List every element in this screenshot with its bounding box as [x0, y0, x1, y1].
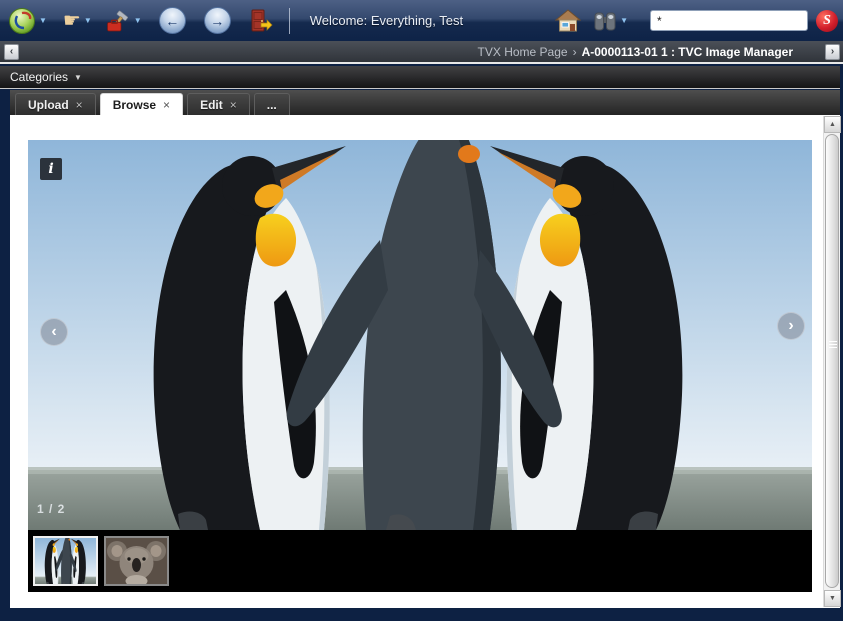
tab-label: Edit [200, 98, 223, 112]
categories-label: Categories [10, 70, 68, 84]
tools-icon[interactable] [105, 8, 131, 34]
search-binoculars-icon[interactable] [593, 9, 617, 33]
content-area: i ‹ › 1 / 2 [10, 115, 840, 608]
chevron-down-icon: ▼ [74, 73, 82, 82]
main-image [28, 140, 812, 530]
breadcrumb-current: A-0000113-01 1 : TVC Image Manager [582, 45, 793, 59]
search-input[interactable] [650, 10, 808, 31]
tab-close-icon[interactable]: × [76, 98, 83, 112]
chevron-down-icon[interactable]: ▼ [134, 16, 142, 25]
scroll-up-button[interactable]: ▲ [824, 116, 841, 133]
tab-more[interactable]: ... [254, 93, 290, 115]
chevron-down-icon[interactable]: ▼ [39, 16, 47, 25]
categories-menu[interactable]: Categories ▼ [0, 70, 82, 84]
categories-menubar: Categories ▼ [0, 66, 840, 89]
breadcrumb-forward-button[interactable]: › [825, 44, 840, 60]
home-icon[interactable] [555, 9, 581, 33]
breadcrumb-back-button[interactable]: ‹ [4, 44, 19, 60]
back-button[interactable]: ← [159, 7, 186, 34]
thumbnail-penguins[interactable] [33, 536, 98, 586]
tab-label: Upload [28, 98, 69, 112]
application-window: ▼ ☛ ▼ ▼ ← → Wel [0, 0, 843, 621]
tab-browse[interactable]: Browse × [100, 93, 183, 115]
chevron-down-icon[interactable]: ▼ [620, 16, 628, 25]
breadcrumb-bar: ‹ TVX Home Page › A-0000113-01 1 : TVC I… [0, 41, 843, 64]
actions-hand-icon[interactable]: ☛ [63, 8, 81, 33]
info-button[interactable]: i [40, 158, 62, 180]
image-counter: 1 / 2 [37, 502, 65, 516]
welcome-text: Welcome: Everything, Test [310, 13, 463, 28]
global-toolbar: ▼ ☛ ▼ ▼ ← → Wel [0, 0, 843, 41]
tab-label: ... [267, 98, 277, 112]
scroll-down-button[interactable]: ▼ [824, 590, 841, 607]
scroll-thumb[interactable] [825, 134, 839, 588]
breadcrumb-history-link[interactable]: TVX Home Page [478, 45, 568, 59]
tab-close-icon[interactable]: × [230, 98, 237, 112]
scroll-grip-icon [829, 341, 837, 350]
brand-logo: S [816, 10, 838, 32]
thumbnail-strip [28, 530, 812, 592]
carousel-next-button[interactable]: › [777, 312, 805, 340]
app-menu-icon[interactable] [8, 7, 36, 35]
info-icon: i [48, 161, 53, 177]
logout-door-icon[interactable] [247, 7, 273, 35]
forward-button[interactable]: → [204, 7, 231, 34]
toolbar-separator [289, 8, 290, 34]
chevron-down-icon[interactable]: ▼ [84, 16, 92, 25]
carousel-prev-button[interactable]: ‹ [40, 318, 68, 346]
vertical-scrollbar[interactable]: ▲ ▼ [823, 116, 840, 607]
tab-bar: Upload × Browse × Edit × ... [10, 90, 840, 115]
tab-edit[interactable]: Edit × [187, 93, 250, 115]
breadcrumb-separator: › [573, 45, 577, 59]
thumbnail-koala[interactable] [104, 536, 169, 586]
tab-upload[interactable]: Upload × [15, 93, 96, 115]
tab-label: Browse [113, 98, 156, 112]
tab-close-icon[interactable]: × [163, 98, 170, 112]
image-viewer: i ‹ › 1 / 2 [28, 140, 812, 530]
